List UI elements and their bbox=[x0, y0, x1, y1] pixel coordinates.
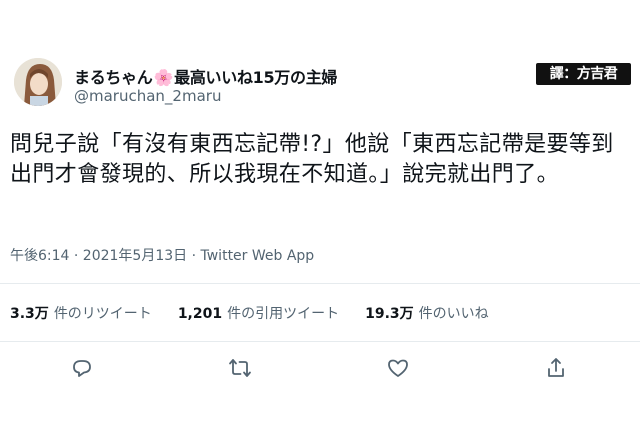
retweet-count-label: 件のリツイート bbox=[53, 306, 152, 322]
reply-icon bbox=[73, 360, 91, 377]
quote-count-value: 1,201 bbox=[177, 306, 223, 322]
top-blank-area bbox=[0, 0, 640, 34]
retweet-icon bbox=[229, 359, 251, 377]
retweet-button[interactable] bbox=[228, 356, 258, 386]
share-icon bbox=[548, 358, 564, 377]
tweet-timestamp[interactable]: 午後6:14 · 2021年5月13日 bbox=[10, 248, 187, 264]
engagement-stats: 3.3万 件のリツイート 1,201 件の引用ツイート 19.3万 件のいいね bbox=[10, 303, 515, 323]
share-button[interactable] bbox=[544, 356, 574, 386]
avatar-image bbox=[14, 58, 62, 106]
retweet-count-value: 3.3万 bbox=[10, 306, 49, 322]
bottom-blank-area bbox=[0, 404, 640, 436]
heart-icon bbox=[388, 359, 408, 377]
author-name-prefix: まるちゃん bbox=[74, 68, 153, 87]
divider bbox=[0, 283, 640, 284]
tweet-meta: 午後6:14 · 2021年5月13日 · Twitter Web App bbox=[10, 245, 314, 265]
like-button[interactable] bbox=[386, 356, 416, 386]
avatar[interactable] bbox=[14, 58, 62, 106]
translator-credit-badge: 譯：方吉君 bbox=[536, 63, 631, 85]
like-count[interactable]: 19.3万 件のいいね bbox=[365, 303, 489, 323]
quote-count-label: 件の引用ツイート bbox=[227, 306, 340, 322]
meta-separator: · bbox=[187, 248, 201, 264]
quote-count[interactable]: 1,201 件の引用ツイート bbox=[178, 303, 339, 323]
divider bbox=[0, 341, 640, 342]
author-display-name[interactable]: まるちゃん🌸最高いいね15万の主婦 bbox=[74, 64, 337, 88]
retweet-count[interactable]: 3.3万 件のリツイート bbox=[10, 303, 152, 323]
reply-button[interactable] bbox=[70, 356, 100, 386]
tweet-text: 問兒子說「有沒有東西忘記帶!?」他說「東西忘記帶是要等到出門才會發現的、所以我現… bbox=[10, 132, 614, 187]
action-bar bbox=[0, 356, 640, 386]
like-count-value: 19.3万 bbox=[365, 306, 414, 322]
author-name-suffix: 最高いいね15万の主婦 bbox=[174, 68, 338, 87]
author-handle[interactable]: @maruchan_2maru bbox=[74, 87, 221, 105]
tweet-client[interactable]: Twitter Web App bbox=[201, 248, 315, 264]
like-count-label: 件のいいね bbox=[418, 306, 489, 322]
flower-icon: 🌸 bbox=[153, 68, 174, 87]
